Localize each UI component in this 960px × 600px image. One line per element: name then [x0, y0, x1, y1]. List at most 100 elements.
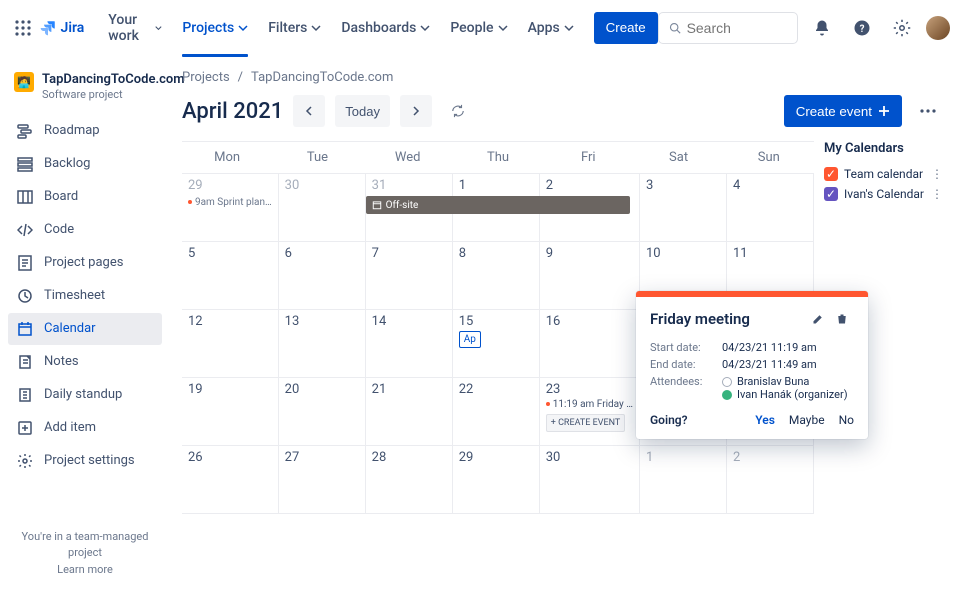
day-cell[interactable]: 28 [366, 446, 453, 514]
day-cell[interactable]: 7 [366, 242, 453, 310]
rsvp-maybe-button[interactable]: Maybe [789, 413, 825, 427]
status-accepted-icon [722, 390, 732, 400]
sidebar-item-timesheet[interactable]: Timesheet [8, 280, 162, 312]
sidebar-item-backlog[interactable]: Backlog [8, 148, 162, 180]
notifications-icon[interactable] [806, 12, 838, 44]
status-pending-icon [722, 377, 732, 387]
sidebar-item-code[interactable]: Code [8, 214, 162, 246]
event-friday-meeting[interactable]: 11:19 am Friday … [546, 399, 633, 410]
chevron-down-icon [238, 23, 248, 33]
day-cell[interactable]: 27 [279, 446, 366, 514]
project-icon: 🧑‍💻 [14, 72, 34, 92]
today-button[interactable]: Today [335, 95, 390, 127]
create-button[interactable]: Create [594, 12, 658, 44]
sidebar: 🧑‍💻 TapDancingToCode.com Software projec… [0, 56, 170, 600]
day-cell[interactable]: 12 [182, 310, 279, 378]
nav-projects[interactable]: Projects [174, 12, 256, 44]
search-field[interactable] [687, 20, 787, 36]
sidebar-item-add-item[interactable]: Add item [8, 412, 162, 444]
delete-button[interactable] [830, 307, 854, 331]
help-icon[interactable]: ? [846, 12, 878, 44]
sidebar-item-daily-standup[interactable]: Daily standup [8, 379, 162, 411]
sidebar-item-notes[interactable]: Notes [8, 346, 162, 378]
day-cell[interactable]: 30 [279, 174, 366, 242]
calendar-more-icon[interactable]: ⋮ [930, 187, 944, 201]
day-cell[interactable]: 5 [182, 242, 279, 310]
nav-people[interactable]: People [442, 12, 515, 44]
day-cell[interactable]: 6 [279, 242, 366, 310]
app-switcher-icon[interactable] [12, 12, 35, 44]
day-cell[interactable]: 20 [279, 378, 366, 446]
event-sprint-planning[interactable]: 9am Sprint plan… [188, 197, 272, 208]
project-header[interactable]: 🧑‍💻 TapDancingToCode.com Software projec… [8, 68, 162, 115]
breadcrumb-project[interactable]: TapDancingToCode.com [251, 70, 393, 85]
day-cell[interactable]: 13 [279, 310, 366, 378]
day-cell[interactable]: 8 [453, 242, 540, 310]
day-cell[interactable]: 2 [727, 446, 814, 514]
checkbox-icon[interactable]: ✓ [824, 167, 838, 181]
day-cell[interactable]: 15 Ap [453, 310, 540, 378]
sidebar-item-calendar[interactable]: Calendar [8, 313, 162, 345]
calendar-icon [372, 200, 382, 210]
event-pill[interactable]: Ap [459, 331, 481, 348]
rsvp-yes-button[interactable]: Yes [755, 413, 775, 427]
learn-more-link[interactable]: Learn more [12, 562, 158, 579]
backlog-icon [16, 155, 34, 173]
sidebar-item-project-pages[interactable]: Project pages [8, 247, 162, 279]
day-cell[interactable]: 9 [540, 242, 640, 310]
sidebar-item-label: Add item [44, 420, 96, 435]
event-offsite[interactable]: Off-site [366, 196, 631, 214]
checkbox-icon[interactable]: ✓ [824, 187, 838, 201]
inline-create-event-button[interactable]: + CREATE EVENT [546, 414, 626, 432]
prev-month-button[interactable] [293, 95, 325, 127]
sidebar-item-project-settings[interactable]: Project settings [8, 445, 162, 477]
day-cell[interactable]: 30 [540, 446, 640, 514]
weekday-thu: Thu [453, 142, 543, 173]
pages-icon [16, 254, 34, 272]
sidebar-item-label: Board [44, 189, 78, 204]
chevron-down-icon [498, 23, 508, 33]
popover-title: Friday meeting [650, 310, 806, 328]
my-calendars-title: My Calendars [824, 141, 944, 156]
rsvp-no-button[interactable]: No [839, 413, 854, 427]
day-cell[interactable]: 4 [727, 174, 814, 242]
nav-dashboards[interactable]: Dashboards [333, 12, 438, 44]
more-button[interactable] [912, 95, 944, 127]
attendees-label: Attendees: [650, 375, 714, 401]
day-cell[interactable]: 23 11:19 am Friday … + CREATE EVENT [540, 378, 640, 446]
day-cell[interactable]: 26 [182, 446, 279, 514]
calendar-list-item[interactable]: ✓ Team calendar ⋮ [824, 164, 944, 184]
jira-logo[interactable]: Jira [39, 19, 85, 37]
weekday-sat: Sat [633, 142, 723, 173]
weekday-wed: Wed [363, 142, 453, 173]
page-head: April 2021 Today Create event [182, 95, 944, 141]
create-event-button[interactable]: Create event [784, 95, 902, 127]
settings-icon[interactable] [886, 12, 918, 44]
nav-your-work[interactable]: Your work [100, 12, 170, 44]
day-cell[interactable]: 21 [366, 378, 453, 446]
day-cell[interactable]: 3 [640, 174, 727, 242]
more-icon [919, 109, 937, 113]
day-cell[interactable]: 14 [366, 310, 453, 378]
sidebar-item-roadmap[interactable]: Roadmap [8, 115, 162, 147]
edit-button[interactable] [806, 307, 830, 331]
day-cell[interactable]: 16 [540, 310, 640, 378]
next-month-button[interactable] [400, 95, 432, 127]
chevron-left-icon [303, 105, 315, 117]
refresh-button[interactable] [442, 95, 474, 127]
calendar-list-item[interactable]: ✓ Ivan's Calendar ⋮ [824, 184, 944, 204]
day-cell[interactable]: 1 [640, 446, 727, 514]
day-cell[interactable]: 22 [453, 378, 540, 446]
day-cell[interactable]: 29 9am Sprint plan… [182, 174, 279, 242]
nav-filters[interactable]: Filters [260, 12, 329, 44]
weekday-fri: Fri [543, 142, 633, 173]
breadcrumb-projects[interactable]: Projects [182, 70, 230, 85]
day-cell[interactable]: 29 [453, 446, 540, 514]
footer-text: You're in a team-managed project [22, 530, 149, 560]
search-input[interactable] [658, 12, 798, 44]
avatar[interactable] [926, 16, 950, 40]
calendar-more-icon[interactable]: ⋮ [930, 167, 944, 181]
sidebar-item-board[interactable]: Board [8, 181, 162, 213]
day-cell[interactable]: 19 [182, 378, 279, 446]
nav-apps[interactable]: Apps [520, 12, 582, 44]
